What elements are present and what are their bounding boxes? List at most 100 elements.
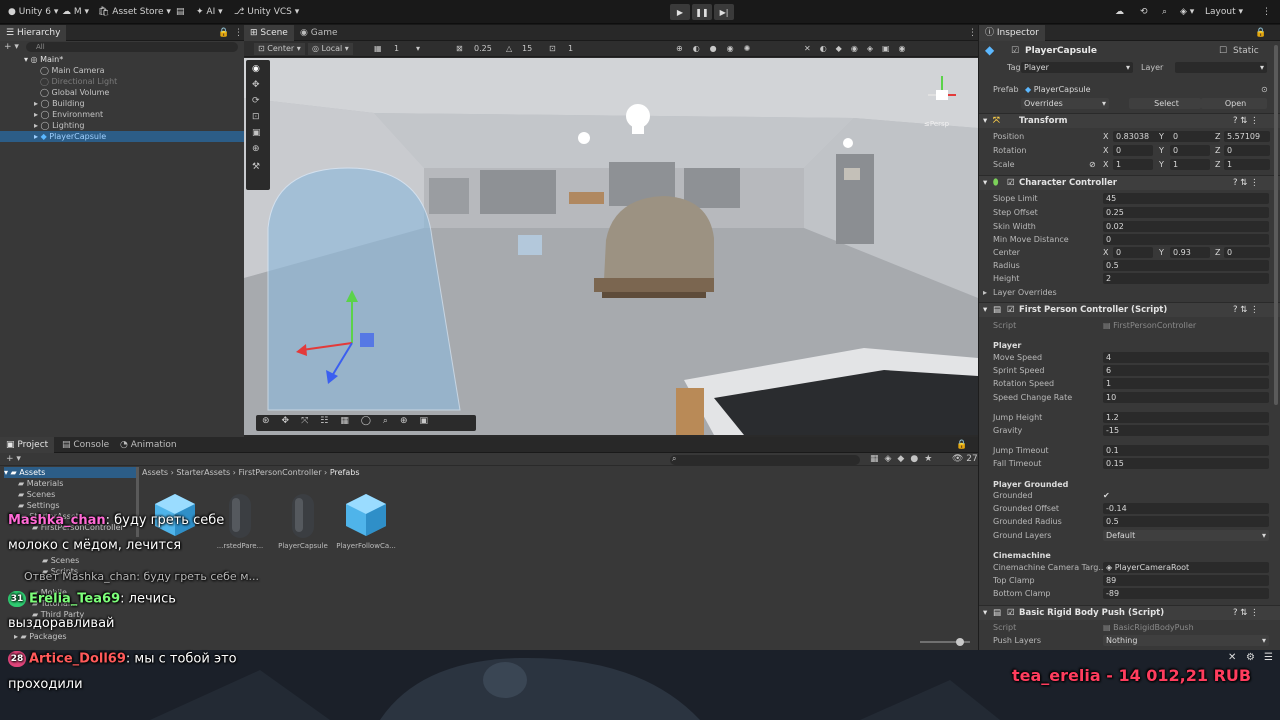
grid-dropdown-icon[interactable]: ▾	[416, 43, 420, 55]
more-icon[interactable]: ⋮	[1262, 5, 1271, 19]
object-name-field[interactable]: PlayerCapsule	[1025, 45, 1097, 58]
layers-button[interactable]: ◈ ▾	[1180, 5, 1194, 19]
property-field[interactable]: 0.5	[1103, 516, 1269, 527]
breadcrumb-item[interactable]: Assets	[142, 468, 168, 477]
hierarchy-item[interactable]: ◯ Global Volume	[40, 87, 109, 98]
rotation-z[interactable]: 0	[1224, 145, 1270, 156]
transform-tool-icon[interactable]: ⊕	[252, 144, 260, 154]
overlay-tool-icons[interactable]: ⊛✥⤧☷▦◯⌕⊕▣	[262, 416, 440, 426]
property-field[interactable]: 1.2	[1103, 412, 1269, 423]
hierarchy-item[interactable]: ▸ ◯ Building	[34, 98, 85, 109]
rotation-x[interactable]: 0	[1113, 145, 1153, 156]
play-icon[interactable]: ▶	[670, 4, 690, 20]
mute-icon[interactable]: ✕	[1228, 652, 1236, 663]
property-field[interactable]: 89	[1103, 575, 1269, 586]
add-icon[interactable]: + ▾	[4, 42, 19, 52]
property-field[interactable]: 0.15	[1103, 458, 1269, 469]
breadcrumb-item[interactable]: FirstPersonController	[238, 468, 321, 477]
ground-layers-dropdown[interactable]: Default ▾	[1103, 530, 1269, 541]
ai-button[interactable]: ✦ AI ▾	[196, 5, 223, 19]
tab-hierarchy[interactable]: ☰ Hierarchy	[0, 25, 67, 41]
open-button[interactable]: Open	[1201, 98, 1267, 109]
custom-tool-icon[interactable]: ⚒	[252, 162, 260, 172]
component-menu-icons[interactable]: ? ⇅ ⋮	[1233, 114, 1259, 129]
tab-project[interactable]: ▣ Project	[0, 437, 55, 453]
asset-item[interactable]: PlayerCapsule	[273, 490, 333, 550]
search-icon[interactable]: ⌕	[1162, 5, 1167, 19]
height-field[interactable]: 2	[1103, 273, 1269, 284]
property-field[interactable]: 1	[1103, 378, 1269, 389]
grid-value[interactable]: 1	[394, 43, 399, 55]
rotate-tool-icon[interactable]: ⟳	[252, 96, 260, 106]
layer-dropdown[interactable]: ▾	[1175, 62, 1267, 73]
push-header[interactable]: ▾ ▤ ☑ Basic Rigid Body Push (Script) ? ⇅…	[979, 605, 1280, 620]
link-icon[interactable]: ⊘	[1089, 158, 1096, 171]
snap-value[interactable]: 0.25	[474, 43, 492, 55]
select-button[interactable]: Select	[1129, 98, 1201, 109]
settings-icon[interactable]: ⚙	[1246, 652, 1255, 663]
scale-snap-icon[interactable]: ⊡	[549, 43, 556, 55]
property-field[interactable]: -89	[1103, 588, 1269, 599]
tab-game[interactable]: ◉ Game	[294, 25, 344, 41]
script-field[interactable]: ▤ FirstPersonController	[1103, 319, 1196, 332]
gizmo-icons[interactable]: ✕◐◆◉◈▣◉	[804, 43, 915, 55]
breadcrumb-item[interactable]: StarterAssets	[176, 468, 230, 477]
character-controller-header[interactable]: ▾ ⬮ ☑ Character Controller ? ⇅ ⋮	[979, 175, 1280, 190]
component-menu-icons[interactable]: ? ⇅ ⋮	[1233, 303, 1259, 318]
layout-button[interactable]: Layout ▾	[1205, 5, 1243, 19]
center-x[interactable]: 0	[1113, 247, 1153, 258]
static-checkbox[interactable]: ☐	[1219, 45, 1227, 58]
hierarchy-item[interactable]: ◯ Directional Light	[40, 76, 117, 87]
layer-overrides-foldout[interactable]: ▸ Layer Overrides	[979, 286, 1280, 299]
scene-row[interactable]: ▾ ◎ Main*	[24, 54, 63, 65]
property-field[interactable]: 45	[1103, 193, 1269, 204]
breadcrumb-item[interactable]: Prefabs	[330, 468, 360, 477]
inspector-scrollbar[interactable]	[1274, 45, 1278, 405]
scale-y[interactable]: 1	[1170, 159, 1210, 170]
tab-inspector[interactable]: ⓘ Inspector	[979, 25, 1045, 41]
org-button[interactable]: ☁ M ▾	[62, 5, 89, 19]
property-field[interactable]: 0.02	[1103, 221, 1269, 232]
fps-controller-header[interactable]: ▾ ▤ ☑ First Person Controller (Script) ?…	[979, 302, 1280, 317]
component-menu-icons[interactable]: ? ⇅ ⋮	[1233, 176, 1259, 191]
property-field[interactable]: 0	[1103, 234, 1269, 245]
rotate-snap-icon[interactable]: △	[506, 43, 512, 55]
tab-scene[interactable]: ⊞ Scene	[244, 25, 294, 41]
tab-console[interactable]: ▤ Console	[56, 437, 115, 453]
rotation-y[interactable]: 0	[1170, 145, 1210, 156]
cam-target-field[interactable]: ◈ PlayerCameraRoot	[1103, 562, 1269, 573]
tag-dropdown[interactable]: Player ▾	[1021, 62, 1133, 73]
property-field[interactable]: 10	[1103, 392, 1269, 403]
active-checkbox[interactable]: ☑	[1011, 45, 1019, 58]
property-field[interactable]: 0.1	[1103, 445, 1269, 456]
project-search-input[interactable]: ⌕	[670, 454, 860, 465]
property-field[interactable]: 6	[1103, 365, 1269, 376]
transform-header[interactable]: ▾ ⤧ Transform ? ⇅ ⋮	[979, 113, 1280, 128]
scene-viewport[interactable]: ≤Persp ◉ ✥ ⟳ ⊡ ▣ ⊕ ⚒ ⊛✥⤧☷▦◯⌕⊕▣	[244, 58, 978, 435]
property-field[interactable]: -15	[1103, 425, 1269, 436]
tree-item[interactable]: ▰ Settings	[18, 500, 60, 511]
hierarchy-item[interactable]: ▸ ◯ Environment	[34, 109, 103, 120]
account-button[interactable]: ● Unity 6 ▾	[8, 5, 58, 19]
rect-tool-icon[interactable]: ▣	[252, 128, 261, 138]
script-field[interactable]: ▤ BasicRigidBodyPush	[1103, 621, 1194, 634]
grounded-checkbox[interactable]: ✔	[1103, 489, 1110, 502]
component-menu-icons[interactable]: ? ⇅ ⋮	[1233, 606, 1259, 621]
tree-item[interactable]: ▰ Scenes	[18, 489, 55, 500]
radius-field[interactable]: 0.5	[1103, 260, 1269, 271]
lock-icon[interactable]: 🔒	[950, 437, 973, 453]
enabled-checkbox[interactable]: ☑	[1007, 606, 1015, 621]
grid-icon[interactable]: ▦	[374, 43, 382, 55]
pause-icon[interactable]: ❚❚	[692, 4, 712, 20]
step-icon[interactable]: ▶|	[714, 4, 734, 20]
property-field[interactable]: 4	[1103, 352, 1269, 363]
draw-mode-icons[interactable]: ⊕◐●◉✺	[676, 43, 760, 55]
center-z[interactable]: 0	[1224, 247, 1270, 258]
hierarchy-item-selected[interactable]: ▸ ◆ PlayerCapsule	[0, 131, 244, 142]
tree-item[interactable]: ▰ Scenes	[42, 555, 79, 566]
icon-size-slider[interactable]	[920, 638, 970, 646]
chat-toggle-icon[interactable]: ☰	[1264, 652, 1273, 663]
enabled-checkbox[interactable]: ☑	[1007, 303, 1015, 318]
move-tool-icon[interactable]: ✥	[252, 80, 260, 90]
asset-item[interactable]: PlayerFollowCa...	[336, 490, 396, 550]
